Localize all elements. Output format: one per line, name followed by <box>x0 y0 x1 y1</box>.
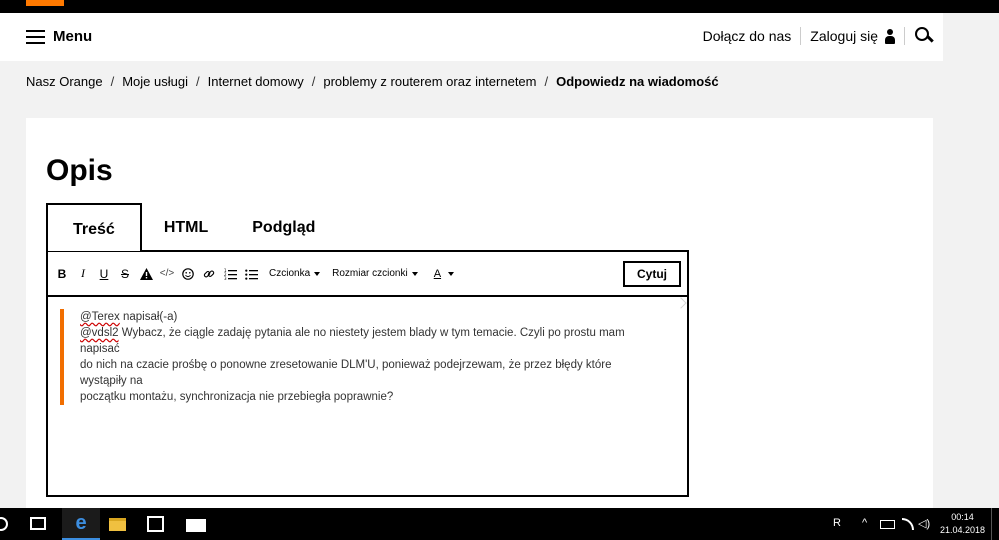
reply-text: @vdsl2 Wybacz, że ciągle zadaję pytania … <box>80 325 660 357</box>
show-hidden-icons-icon[interactable]: ^ <box>862 517 867 529</box>
quote-header: @Terex napisał(-a) <box>80 309 660 325</box>
chevron-down-icon <box>411 271 418 276</box>
search-icon[interactable] <box>0 517 8 531</box>
quoted-message: @Terex napisał(-a) @vdsl2 Wybacz, że cią… <box>60 309 660 405</box>
breadcrumb-item[interactable]: Nasz Orange <box>26 74 103 89</box>
bullet-list-button[interactable] <box>242 264 260 284</box>
font-size-dropdown[interactable]: Rozmiar czcionki <box>332 268 418 279</box>
breadcrumb-separator: / <box>311 74 316 89</box>
numbered-list-icon: 123 <box>224 268 237 280</box>
mail-icon[interactable] <box>186 519 206 532</box>
top-black-bar <box>0 0 999 13</box>
breadcrumb-item[interactable]: Moje usługi <box>122 74 188 89</box>
file-explorer-icon[interactable] <box>109 518 126 531</box>
breadcrumb-current: Odpowiedz na wiadomość <box>556 74 719 89</box>
tab-content[interactable]: Treść <box>46 203 142 251</box>
resize-handle-icon[interactable] <box>675 297 687 309</box>
font-dropdown[interactable]: Czcionka <box>269 268 321 279</box>
system-clock[interactable]: 00:14 21.04.2018 <box>940 511 985 537</box>
font-color-dropdown[interactable]: A <box>430 267 455 280</box>
underline-button[interactable]: U <box>95 264 113 284</box>
rich-text-editor: B I U S </> 123 Czcionka Rozmiar czcionk… <box>46 250 689 497</box>
spoiler-button[interactable] <box>137 264 155 284</box>
breadcrumb-item[interactable]: problemy z routerem oraz internetem <box>323 74 536 89</box>
quote-button[interactable]: Cytuj <box>623 261 681 287</box>
tab-html[interactable]: HTML <box>142 203 230 251</box>
search-icon[interactable] <box>915 27 933 45</box>
bold-button[interactable]: B <box>53 264 71 284</box>
link-icon <box>203 270 215 277</box>
tab-preview[interactable]: Podgląd <box>230 203 337 251</box>
site-header: Menu Dołącz do nas Zaloguj się <box>0 13 943 61</box>
store-icon[interactable] <box>147 516 164 532</box>
orange-logo-strip <box>26 0 64 6</box>
font-size-dropdown-label: Rozmiar czcionki <box>332 268 408 279</box>
quote-author-mention[interactable]: @Terex <box>80 311 120 323</box>
clock-date: 21.04.2018 <box>939 525 985 535</box>
chevron-down-icon <box>314 271 321 276</box>
bullet-list-icon <box>244 269 258 280</box>
login-link[interactable]: Zaloguj się <box>801 28 904 44</box>
code-button[interactable]: </> <box>158 264 176 284</box>
people-icon[interactable]: R <box>833 517 841 529</box>
task-view-icon[interactable] <box>30 517 46 530</box>
link-button[interactable] <box>200 264 218 284</box>
editor-tabs: Treść HTML Podgląd <box>46 203 337 251</box>
wifi-icon[interactable] <box>902 518 914 530</box>
hamburger-icon <box>26 29 45 44</box>
breadcrumb: Nasz Orange / Moje usługi / Internet dom… <box>26 74 719 89</box>
reply-line-2: do nich na czacie prośbę o ponowne zrese… <box>80 359 612 387</box>
header-divider <box>904 27 905 45</box>
quote-wrote-text: napisał(-a) <box>119 311 178 323</box>
menu-label: Menu <box>53 28 93 45</box>
editor-toolbar: B I U S </> 123 Czcionka Rozmiar czcionk… <box>48 252 687 297</box>
show-desktop-button[interactable] <box>991 508 999 540</box>
reply-panel: Opis Treść HTML Podgląd B I U S </> 123 <box>26 118 933 508</box>
smiley-icon <box>182 267 194 280</box>
battery-icon[interactable] <box>880 520 895 529</box>
breadcrumb-item[interactable]: Internet domowy <box>208 74 304 89</box>
font-dropdown-label: Czcionka <box>269 268 311 279</box>
breadcrumb-separator: / <box>195 74 200 89</box>
numbered-list-button[interactable]: 123 <box>221 264 239 284</box>
clock-time: 00:14 <box>951 512 974 522</box>
edge-browser-icon[interactable]: e <box>62 508 100 540</box>
reply-mention[interactable]: @vdsl2 <box>80 327 119 339</box>
warning-icon <box>139 267 153 280</box>
svg-text:3: 3 <box>224 276 227 280</box>
strikethrough-button[interactable]: S <box>116 264 134 284</box>
login-label: Zaloguj się <box>810 28 878 44</box>
emoji-button[interactable] <box>179 264 197 284</box>
page-title: Opis <box>46 154 113 187</box>
menu-button[interactable]: Menu <box>26 28 92 45</box>
reply-line-3: początku montażu, synchronizacja nie prz… <box>80 391 394 403</box>
volume-icon[interactable]: ◁) <box>918 517 930 530</box>
chevron-down-icon <box>448 271 455 276</box>
user-icon <box>884 28 895 44</box>
join-link[interactable]: Dołącz do nas <box>694 28 801 44</box>
reply-line-1: Wybacz, że ciągle zadaję pytania ale no … <box>80 327 625 355</box>
editor-content-area[interactable]: @Terex napisał(-a) @vdsl2 Wybacz, że cią… <box>48 297 687 495</box>
breadcrumb-separator: / <box>110 74 115 89</box>
font-color-icon: A <box>433 267 442 280</box>
windows-taskbar: e R ^ ◁) 00:14 21.04.2018 <box>0 508 999 540</box>
breadcrumb-separator: / <box>544 74 549 89</box>
italic-button[interactable]: I <box>74 264 92 284</box>
header-actions: Dołącz do nas Zaloguj się <box>694 27 933 45</box>
